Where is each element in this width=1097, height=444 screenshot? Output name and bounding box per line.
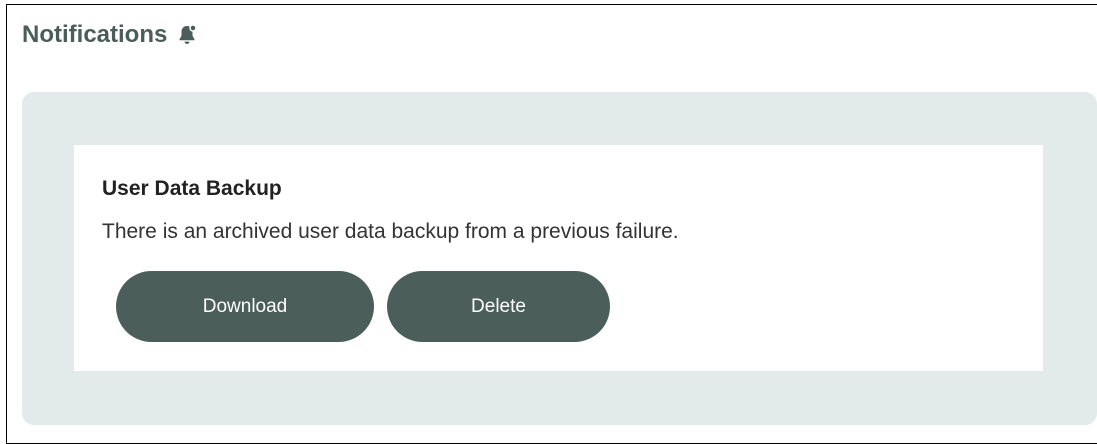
download-button[interactable]: Download	[116, 271, 374, 342]
notifications-header: Notifications	[22, 23, 199, 47]
notification-title: User Data Backup	[102, 177, 282, 200]
notification-card: User Data Backup There is an archived us…	[74, 145, 1043, 371]
notifications-title: Notifications	[22, 21, 168, 48]
bell-icon	[175, 23, 199, 47]
delete-button[interactable]: Delete	[387, 271, 610, 342]
notification-message: There is an archived user data backup fr…	[102, 220, 679, 243]
notifications-window: Notifications User Data Backup There is …	[6, 4, 1097, 444]
